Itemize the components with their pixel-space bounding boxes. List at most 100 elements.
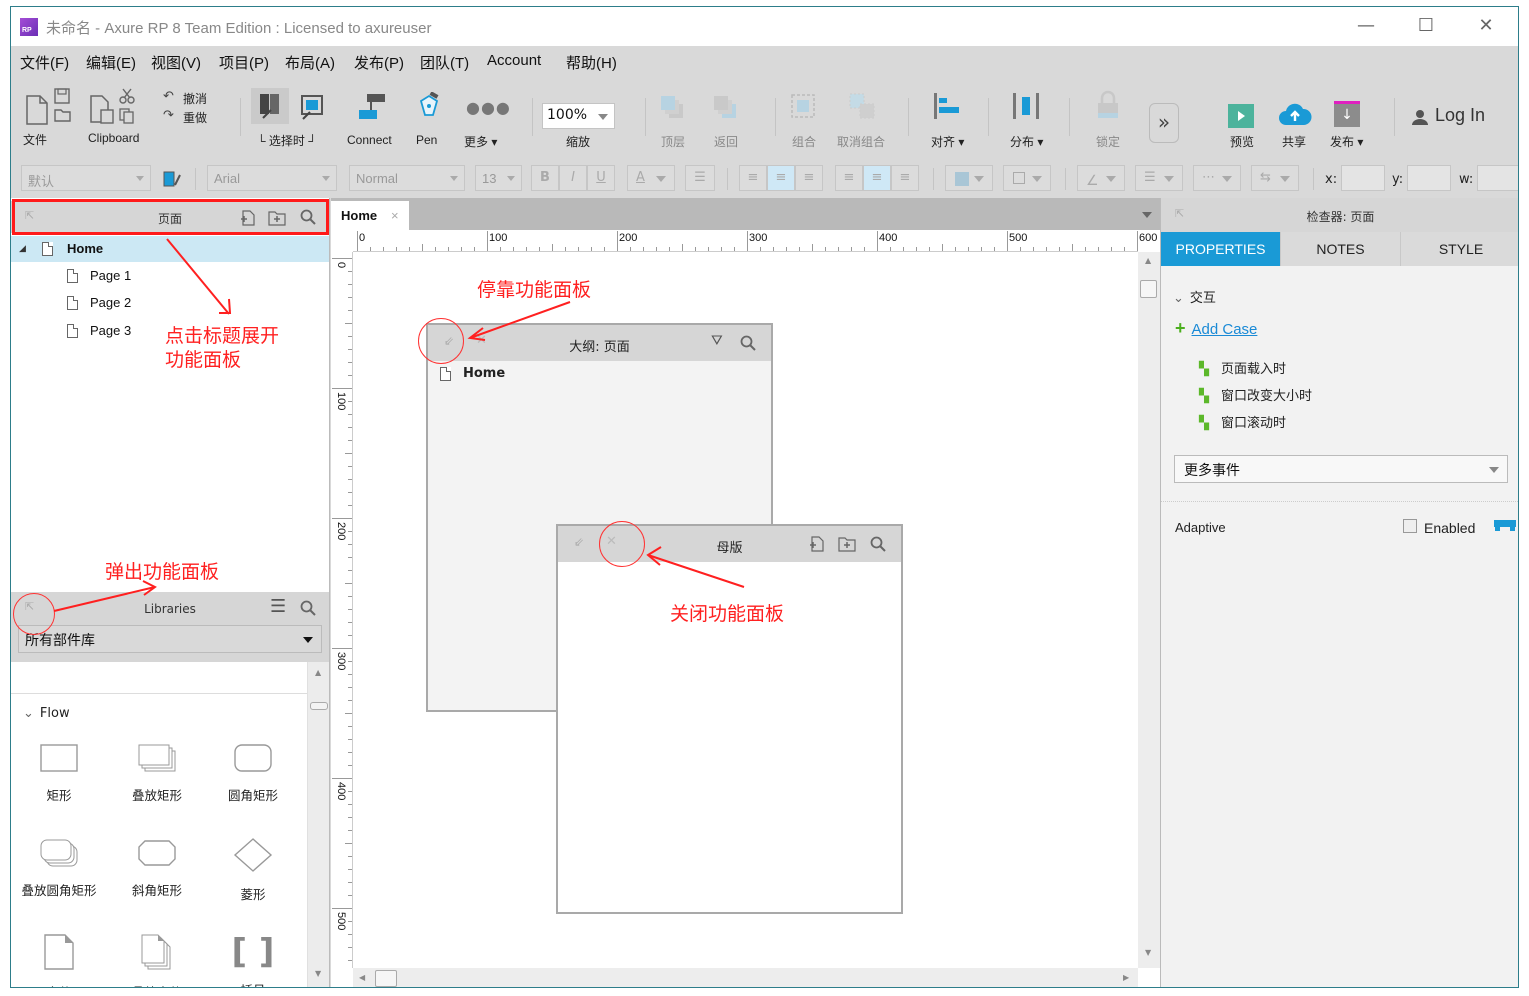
adaptive-views-icon[interactable] <box>1494 520 1516 532</box>
library-select[interactable]: 所有部件库 <box>18 625 322 653</box>
paste-icon[interactable] <box>89 94 117 126</box>
group-button[interactable]: 组合 <box>792 133 816 150</box>
zoom-select[interactable]: 100% <box>542 103 615 129</box>
underline-button[interactable]: U <box>587 165 615 191</box>
close-tab-icon[interactable]: × <box>391 208 399 223</box>
new-file-icon[interactable] <box>25 94 49 126</box>
distribute-icon[interactable] <box>1011 92 1041 120</box>
more-events-select[interactable]: 更多事件 <box>1174 455 1508 483</box>
italic-button[interactable]: I <box>559 165 587 191</box>
publish-button[interactable]: 发布 ▾ <box>1330 133 1363 150</box>
tab-list-chevron-icon[interactable] <box>1142 212 1152 218</box>
tab-style[interactable]: STYLE <box>1401 232 1518 266</box>
toolbar-overflow-button[interactable]: » <box>1149 103 1179 143</box>
line-pattern-button[interactable]: ⋯ <box>1193 165 1241 191</box>
copy-icon[interactable] <box>119 108 135 124</box>
library-search-input[interactable] <box>11 662 307 694</box>
distribute-button[interactable]: 分布 ▾ <box>1010 133 1043 150</box>
tab-home[interactable]: Home × <box>331 201 409 230</box>
valign-top-button[interactable]: ≡ <box>835 165 863 191</box>
widget-stacked-file[interactable]: 叠放文件 <box>109 934 205 987</box>
share-button[interactable]: 共享 <box>1282 133 1306 150</box>
redo-button[interactable]: 重做 <box>183 109 207 126</box>
menu-file[interactable]: 文件(F) <box>20 52 69 73</box>
share-cloud-icon[interactable] <box>1278 100 1312 128</box>
event-item[interactable]: ▚ 窗口滚动时 <box>1199 412 1286 431</box>
adaptive-enabled-checkbox[interactable] <box>1403 519 1417 533</box>
scroll-up-icon[interactable]: ▲ <box>1145 256 1151 265</box>
scroll-down-icon[interactable]: ▼ <box>1145 948 1151 957</box>
search-icon[interactable] <box>870 536 886 552</box>
menu-icon[interactable]: ☰ <box>270 596 286 617</box>
menu-publish[interactable]: 发布(P) <box>354 52 404 73</box>
select-intersect-button[interactable] <box>251 88 289 124</box>
w-input[interactable] <box>1477 165 1518 191</box>
scroll-thumb[interactable] <box>375 970 397 987</box>
pen-button[interactable]: Pen <box>416 133 437 147</box>
y-input[interactable] <box>1407 165 1451 191</box>
format-painter-icon[interactable] <box>163 171 181 189</box>
canvas-horizontal-scrollbar[interactable]: ◀ ▶ <box>353 968 1138 987</box>
add-case-link[interactable]: + Add Case <box>1175 318 1257 339</box>
more-icon[interactable]: ●●● <box>466 98 511 117</box>
scroll-right-icon[interactable]: ▶ <box>1123 973 1129 982</box>
user-icon[interactable] <box>1412 109 1428 125</box>
widget-stacked-rounded-rectangle[interactable]: 叠放圆角矩形 <box>11 838 107 899</box>
bullet-list-button[interactable]: ☰ <box>685 165 715 191</box>
event-item[interactable]: ▚ 页面载入时 <box>1199 358 1286 377</box>
scroll-up-icon[interactable]: ▲ <box>315 668 321 677</box>
bold-button[interactable]: B <box>531 165 559 191</box>
scroll-thumb[interactable] <box>1140 280 1157 298</box>
bring-to-front-button[interactable]: 顶层 <box>661 133 685 150</box>
more-button[interactable]: 更多 ▾ <box>464 133 497 150</box>
valign-middle-button[interactable]: ≡ <box>863 165 891 191</box>
pen-icon[interactable] <box>418 92 440 122</box>
login-button[interactable]: Log In <box>1435 105 1485 126</box>
library-group-flow[interactable]: ⌄ Flow <box>23 706 70 721</box>
scroll-thumb[interactable] <box>310 702 328 710</box>
save-icon[interactable] <box>54 88 70 104</box>
send-backward-button[interactable]: 返回 <box>714 133 738 150</box>
align-button[interactable]: 对齐 ▾ <box>931 133 964 150</box>
select-contain-icon[interactable] <box>299 94 325 120</box>
align-text-right-button[interactable]: ≡ <box>795 165 823 191</box>
expand-triangle-icon[interactable]: ◢ <box>19 243 26 254</box>
fill-color-button[interactable] <box>945 165 993 191</box>
scroll-left-icon[interactable]: ◀ <box>359 973 365 982</box>
widget-rounded-rectangle[interactable]: 圆角矩形 <box>205 743 301 804</box>
menu-account[interactable]: Account <box>487 52 541 69</box>
valign-bottom-button[interactable]: ≡ <box>891 165 919 191</box>
shadow-button[interactable] <box>1003 165 1051 191</box>
lock-button[interactable]: 锁定 <box>1096 133 1120 150</box>
tab-notes[interactable]: NOTES <box>1281 232 1401 266</box>
library-scrollbar[interactable]: ▲ ▼ <box>307 662 329 987</box>
add-folder-icon[interactable] <box>838 536 856 552</box>
minimize-button[interactable]: — <box>1346 13 1386 39</box>
canvas-vertical-scrollbar[interactable]: ▲ ▼ <box>1138 252 1160 968</box>
cut-icon[interactable] <box>119 88 135 104</box>
inspector-header[interactable]: ⇱ 检查器: 页面 <box>1161 198 1518 232</box>
connect-icon[interactable] <box>357 92 389 122</box>
undo-icon[interactable]: ↶ <box>163 89 174 104</box>
widget-beveled-rectangle[interactable]: 斜角矩形 <box>109 838 205 899</box>
x-input[interactable] <box>1341 165 1385 191</box>
interactions-section[interactable]: ⌄ 交互 <box>1173 287 1216 306</box>
widget-rectangle[interactable]: 矩形 <box>11 743 107 804</box>
widget-diamond[interactable]: 菱形 <box>205 838 301 903</box>
outline-item[interactable]: Home <box>437 365 737 387</box>
widget-bracket[interactable]: [ ] 括号 <box>205 934 301 987</box>
event-item[interactable]: ▚ 窗口改变大小时 <box>1199 385 1312 404</box>
filter-icon[interactable]: ⛛ <box>711 333 723 349</box>
scroll-down-icon[interactable]: ▼ <box>315 969 321 978</box>
arrow-style-button[interactable]: ⇆ <box>1251 165 1299 191</box>
menu-layout[interactable]: 布局(A) <box>285 52 335 73</box>
align-left-icon[interactable] <box>932 92 962 120</box>
line-color-button[interactable]: ∠ <box>1077 165 1125 191</box>
font-weight-select[interactable]: Normal <box>349 165 465 191</box>
preview-button[interactable]: 预览 <box>1230 133 1254 150</box>
font-color-button[interactable]: A <box>627 165 675 191</box>
menu-help[interactable]: 帮助(H) <box>566 52 617 73</box>
font-family-select[interactable]: Arial <box>207 165 337 191</box>
align-text-center-button[interactable]: ≡ <box>767 165 795 191</box>
search-icon[interactable] <box>740 335 756 351</box>
